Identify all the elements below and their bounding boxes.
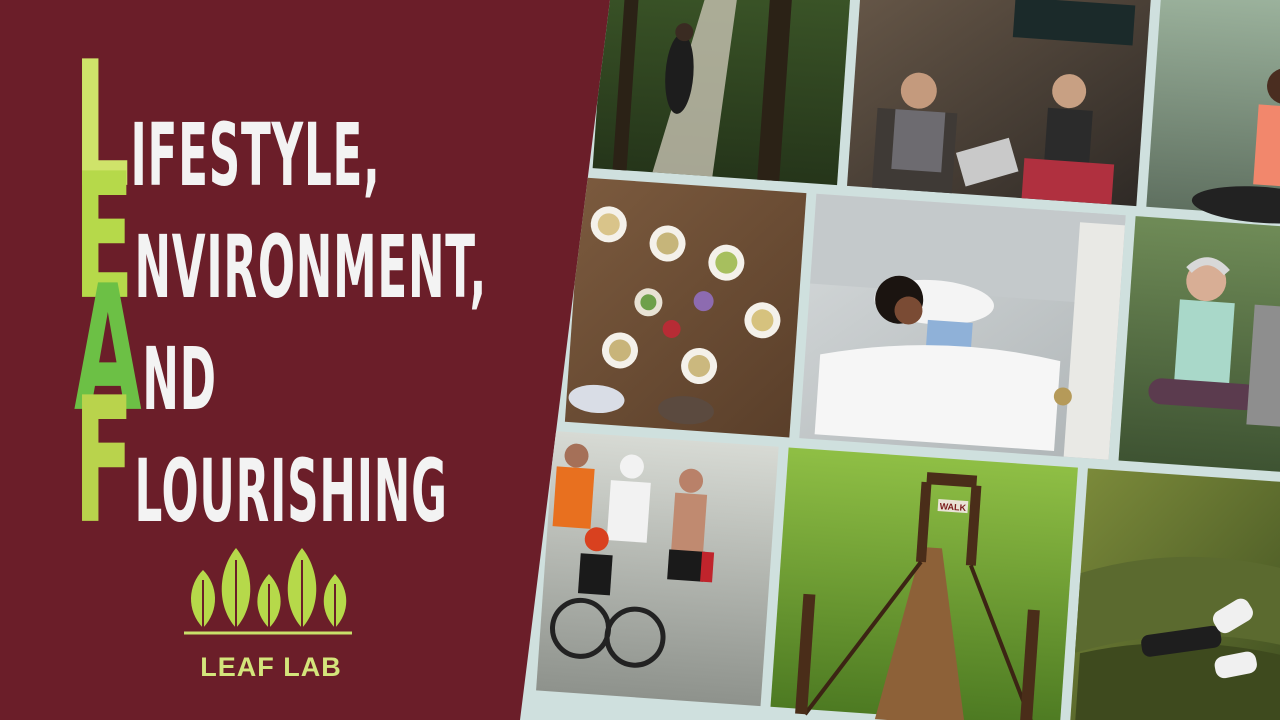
bridge-sign: WALK xyxy=(939,501,967,513)
headline-initial-f: F xyxy=(74,361,135,563)
suspension-bridge-forest-photo: WALK xyxy=(770,447,1078,720)
headline-line-flourishing: FLOURISHING xyxy=(74,375,487,549)
headline: LIFESTYLE, ENVIRONMENT, AND FLOURISHING xyxy=(74,39,604,549)
meditation-photo xyxy=(1146,0,1280,224)
sleeping-woman-bed-photo xyxy=(799,193,1126,460)
coworking-cafe-photo xyxy=(847,0,1153,207)
hammock-relaxing-photo xyxy=(1069,468,1280,720)
forest-hiking-photo xyxy=(592,0,854,186)
brand-name: LEAF LAB xyxy=(200,652,342,682)
older-adults-yoga-mat-photo xyxy=(1118,216,1280,474)
headline-rest-flourishing: LOURISHING xyxy=(134,441,448,543)
